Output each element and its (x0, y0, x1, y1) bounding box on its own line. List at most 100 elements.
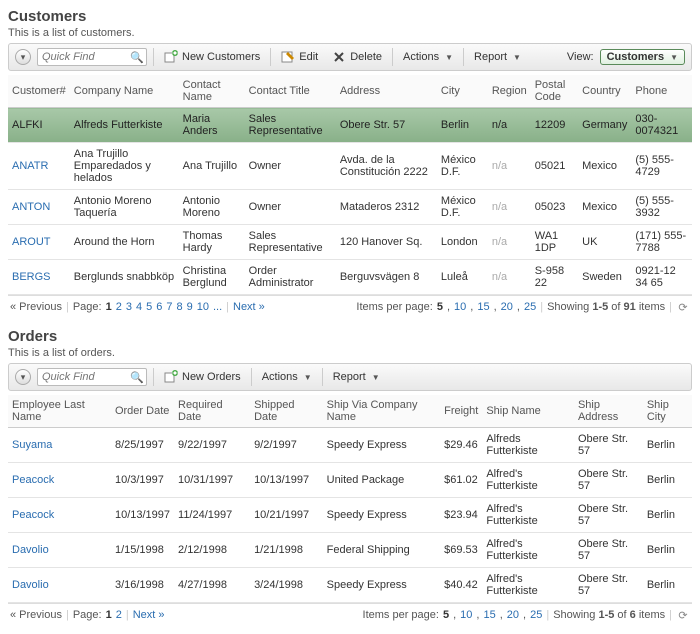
page-number[interactable]: 7 (166, 301, 172, 313)
ipp-option[interactable]: 15 (483, 609, 495, 621)
column-header[interactable]: Customer# (8, 75, 70, 108)
cell-emp[interactable]: Peacock (8, 463, 111, 498)
cell-id[interactable]: ANTON (8, 190, 70, 225)
ipp-option[interactable]: 20 (501, 301, 513, 313)
next-link[interactable]: Next » (233, 301, 265, 313)
ipp-option[interactable]: 20 (507, 609, 519, 621)
separator: | (66, 301, 69, 313)
ipp-option[interactable]: 10 (454, 301, 466, 313)
ipp-option[interactable]: 25 (524, 301, 536, 313)
column-header[interactable]: Employee Last Name (8, 395, 111, 428)
table-row[interactable]: BERGSBerglunds snabbköpChristina Berglun… (8, 260, 692, 295)
edit-button[interactable]: Edit (277, 48, 322, 66)
table-row[interactable]: ANATRAna Trujillo Emparedados y heladosA… (8, 143, 692, 190)
column-header[interactable]: Ship Name (482, 395, 574, 428)
cell-emp[interactable]: Davolio (8, 568, 111, 603)
cell-region: n/a (488, 190, 531, 225)
table-row[interactable]: ALFKIAlfreds FutterkisteMaria AndersSale… (8, 108, 692, 143)
cell-region: n/a (488, 143, 531, 190)
cell-emp[interactable]: Davolio (8, 533, 111, 568)
expand-toggle-icon[interactable]: ▾ (15, 49, 31, 65)
column-header[interactable]: Phone (631, 75, 692, 108)
column-header[interactable]: Ship City (643, 395, 692, 428)
new-orders-button[interactable]: New Orders (160, 368, 245, 386)
new-icon (164, 370, 178, 384)
cell-name: Alfred's Futterkiste (482, 568, 574, 603)
table-row[interactable]: ANTONAntonio Moreno TaqueríaAntonio More… (8, 190, 692, 225)
previous-link[interactable]: « Previous (10, 301, 62, 313)
column-header[interactable]: Country (578, 75, 631, 108)
table-row[interactable]: Suyama8/25/19979/22/19979/2/1997Speedy E… (8, 428, 692, 463)
cell-via: Federal Shipping (323, 533, 440, 568)
page-number[interactable]: 8 (176, 301, 182, 313)
table-row[interactable]: AROUTAround the HornThomas HardySales Re… (8, 225, 692, 260)
cell-id[interactable]: ANATR (8, 143, 70, 190)
table-row[interactable]: Davolio1/15/19982/12/19981/21/1998Federa… (8, 533, 692, 568)
new-customers-button[interactable]: New Customers (160, 48, 264, 66)
page-number[interactable]: 10 (197, 301, 209, 313)
ipp-option[interactable]: 5 (437, 301, 443, 313)
cell-postal: 12209 (531, 108, 578, 143)
column-header[interactable]: Company Name (70, 75, 179, 108)
table-row[interactable]: Peacock10/13/199711/24/199710/21/1997Spe… (8, 498, 692, 533)
page-number[interactable]: ... (213, 301, 222, 313)
cell-order: 8/25/1997 (111, 428, 174, 463)
cell-region: n/a (488, 108, 531, 143)
cell-company: Around the Horn (70, 225, 179, 260)
view-dropdown[interactable]: Customers▼ (600, 49, 685, 65)
page-number[interactable]: 1 (106, 609, 112, 621)
delete-button[interactable]: Delete (328, 48, 386, 66)
cell-emp[interactable]: Suyama (8, 428, 111, 463)
page-number[interactable]: 3 (126, 301, 132, 313)
edit-icon (281, 50, 295, 64)
column-header[interactable]: Region (488, 75, 531, 108)
page-number[interactable]: 4 (136, 301, 142, 313)
cell-id[interactable]: BERGS (8, 260, 70, 295)
page-number[interactable]: 2 (116, 609, 122, 621)
comma: , (523, 609, 526, 621)
ipp-option[interactable]: 5 (443, 609, 449, 621)
showing-text: Showing 1-5 of 6 items (553, 609, 665, 621)
cell-emp[interactable]: Peacock (8, 498, 111, 533)
cell-id[interactable]: AROUT (8, 225, 70, 260)
page-number[interactable]: 6 (156, 301, 162, 313)
chevron-down-icon: ▼ (513, 53, 521, 62)
refresh-icon[interactable]: ⟳ (676, 300, 690, 314)
page-number[interactable]: 9 (187, 301, 193, 313)
column-header[interactable]: Ship Address (574, 395, 643, 428)
expand-toggle-icon[interactable]: ▾ (15, 369, 31, 385)
ipp-option[interactable]: 15 (477, 301, 489, 313)
cell-id[interactable]: ALFKI (8, 108, 70, 143)
column-header[interactable]: Order Date (111, 395, 174, 428)
actions-dropdown[interactable]: Actions▼ (258, 369, 316, 385)
ipp-option[interactable]: 25 (530, 609, 542, 621)
page-number[interactable]: 5 (146, 301, 152, 313)
cell-title: Sales Representative (245, 108, 336, 143)
cell-phone: (5) 555-3932 (631, 190, 692, 225)
previous-link[interactable]: « Previous (10, 609, 62, 621)
separator (153, 48, 154, 66)
report-dropdown[interactable]: Report▼ (470, 49, 525, 65)
column-header[interactable]: Shipped Date (250, 395, 323, 428)
actions-dropdown[interactable]: Actions▼ (399, 49, 457, 65)
report-dropdown[interactable]: Report▼ (329, 369, 384, 385)
column-header[interactable]: Required Date (174, 395, 250, 428)
customers-toolbar: ▾ 🔍 New Customers Edit Delete Actions▼ R… (8, 43, 692, 71)
page-number[interactable]: 1 (106, 301, 112, 313)
column-header[interactable]: Contact Title (245, 75, 336, 108)
search-icon[interactable]: 🔍 (130, 51, 144, 64)
column-header[interactable]: Postal Code (531, 75, 578, 108)
page-number[interactable]: 2 (116, 301, 122, 313)
column-header[interactable]: Ship Via Company Name (323, 395, 440, 428)
table-row[interactable]: Davolio3/16/19984/27/19983/24/1998Speedy… (8, 568, 692, 603)
column-header[interactable]: Freight (440, 395, 482, 428)
column-header[interactable]: Contact Name (179, 75, 245, 108)
next-link[interactable]: Next » (133, 609, 165, 621)
column-header[interactable]: City (437, 75, 488, 108)
table-row[interactable]: Peacock10/3/199710/31/199710/13/1997Unit… (8, 463, 692, 498)
column-header[interactable]: Address (336, 75, 437, 108)
search-icon[interactable]: 🔍 (130, 371, 144, 384)
ipp-option[interactable]: 10 (460, 609, 472, 621)
refresh-icon[interactable]: ⟳ (676, 608, 690, 622)
separator (251, 368, 252, 386)
